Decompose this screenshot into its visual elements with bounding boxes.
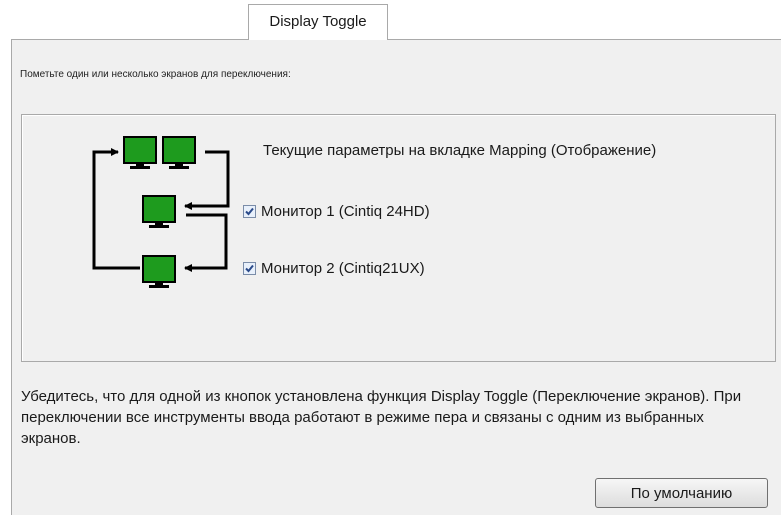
monitor-1-option[interactable]: Монитор 1 (Cintiq 24HD) (243, 203, 430, 220)
monitor-icon (162, 136, 196, 169)
monitor-1-checkbox[interactable] (243, 205, 256, 218)
checkmark-icon (245, 264, 254, 273)
monitor-2-label: Монитор 2 (Cintiq21UX) (261, 260, 425, 277)
default-button[interactable]: По умолчанию (595, 478, 768, 508)
checkmark-icon (245, 207, 254, 216)
monitor-2-checkbox[interactable] (243, 262, 256, 275)
monitor-icon (142, 255, 176, 288)
monitor-icon (142, 195, 176, 228)
monitor-2-option[interactable]: Монитор 2 (Cintiq21UX) (243, 260, 425, 277)
monitor-1-label: Монитор 1 (Cintiq 24HD) (261, 203, 430, 220)
help-note: Убедитесь, что для одной из кнопок устан… (21, 388, 742, 447)
arrow-icon (92, 148, 140, 270)
arrow-icon (184, 213, 228, 272)
monitor-icon (123, 136, 157, 169)
tab-display-toggle[interactable]: Display Toggle (248, 4, 388, 40)
mapping-description: Текущие параметры на вкладке Mapping (От… (263, 142, 657, 159)
